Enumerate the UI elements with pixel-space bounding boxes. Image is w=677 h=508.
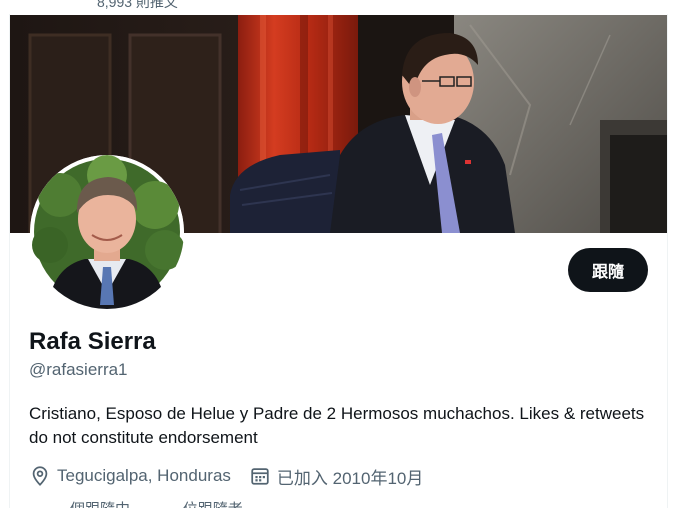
profile-bio: Cristiano, Esposo de Helue y Padre de 2 … [29, 404, 645, 447]
profile-page: 8,993 則推文 跟隨 Rafa Sierra @rafasierra1 Cr… [0, 0, 677, 508]
follow-counts: 個跟隨中 位跟隨者 [70, 498, 243, 508]
profile-handle: @rafasierra1 [29, 360, 128, 379]
map-pin-icon [29, 465, 51, 487]
column-border-right [667, 14, 668, 508]
tweet-count: 8,993 則推文 [97, 0, 178, 10]
joined-text: 已加入 2010年10月 [276, 468, 424, 488]
avatar[interactable] [30, 155, 184, 309]
calendar-icon [249, 465, 271, 487]
location-text: Tegucigalpa, Honduras [57, 466, 231, 485]
header-bar: 8,993 則推文 [0, 0, 677, 14]
followers-link[interactable]: 位跟隨者 [183, 500, 243, 508]
follow-button[interactable]: 跟隨 [568, 248, 648, 292]
profile-name: Rafa Sierra [29, 328, 156, 355]
location-item: Tegucigalpa, Honduras [29, 465, 231, 487]
following-link[interactable]: 個跟隨中 [70, 500, 130, 508]
joined-item: 已加入 2010年10月 [249, 464, 423, 489]
profile-meta: Tegucigalpa, Honduras 已加入 2010年10月 [29, 462, 423, 490]
